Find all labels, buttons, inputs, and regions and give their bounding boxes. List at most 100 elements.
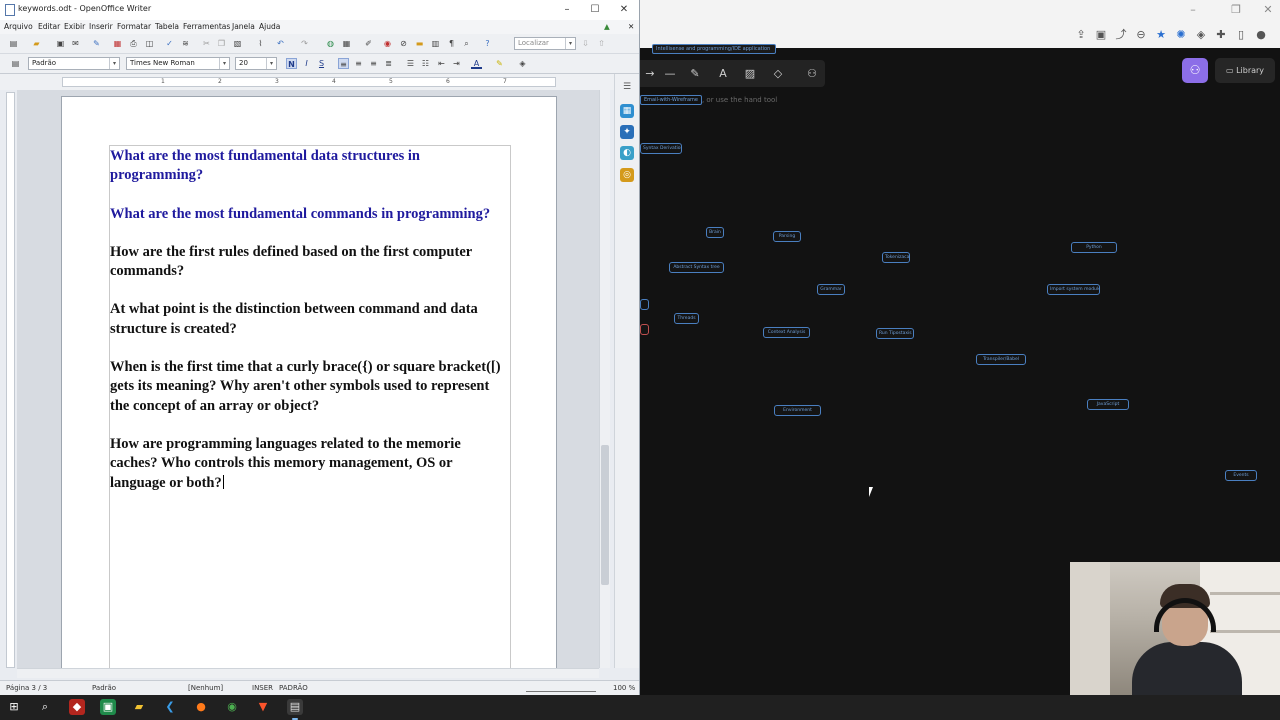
horizontal-ruler[interactable]: 1 2 3 4 5 6 7: [62, 77, 556, 87]
canvas-node-offscreen-red[interactable]: [640, 324, 649, 335]
page-style-indicator[interactable]: Padrão: [92, 684, 116, 692]
preview-icon[interactable]: ◫: [144, 38, 155, 49]
minimize-button[interactable]: –: [560, 3, 574, 16]
close-button[interactable]: ✕: [617, 3, 631, 16]
document-canvas[interactable]: What are the most fundamental data struc…: [17, 90, 599, 668]
canvas-node[interactable]: Run Tipostaxis: [876, 328, 914, 339]
insert-mode-indicator[interactable]: INSER: [252, 684, 273, 692]
navigator-sidebar-icon[interactable]: ◎: [620, 168, 634, 182]
canvas-node[interactable]: Transpiler/Babel: [976, 354, 1026, 365]
canvas-node[interactable]: Abstract Syntax tree: [669, 262, 724, 273]
format-paintbrush-icon[interactable]: ⌇: [255, 38, 266, 49]
menu-ajuda[interactable]: Ajuda: [259, 22, 280, 31]
gallery-icon[interactable]: ▬: [414, 38, 425, 49]
nonprinting-chars-icon[interactable]: ¶: [446, 38, 457, 49]
open-icon[interactable]: ▰: [31, 38, 42, 49]
vscode-icon[interactable]: ❮: [162, 699, 178, 715]
openoffice-icon[interactable]: ▤: [287, 699, 303, 720]
print-icon[interactable]: ⎙: [128, 38, 139, 49]
canvas-node[interactable]: Grammar: [817, 284, 845, 295]
zoom-icon[interactable]: ⌕: [461, 38, 472, 49]
email-icon[interactable]: ✉: [70, 38, 81, 49]
table-icon[interactable]: ▦: [341, 38, 352, 49]
menu-tabela[interactable]: Tabela: [155, 22, 179, 31]
decrease-indent-icon[interactable]: ⇤: [436, 58, 447, 69]
image-tool-icon[interactable]: ▨: [742, 66, 758, 82]
install-icon[interactable]: ⇪: [1074, 28, 1088, 42]
menu-formatar[interactable]: Formatar: [117, 22, 151, 31]
align-center-icon[interactable]: ≡: [353, 58, 364, 69]
profile-icon[interactable]: ●: [1254, 28, 1268, 42]
find-input[interactable]: Localizar ▾: [514, 37, 576, 50]
canvas-node-intellisense[interactable]: Intellisense and programming/IDE applica…: [652, 44, 776, 54]
browser-minimize-button[interactable]: –: [1187, 4, 1199, 16]
menu-inserir[interactable]: Inserir: [89, 22, 113, 31]
maximize-button[interactable]: ☐: [588, 3, 602, 16]
vertical-ruler[interactable]: [6, 92, 15, 668]
whiteboard-window[interactable]: – ❐ ✕ ⇪ ▣ ⤴ ⊖ ★ ✺ ◈ ✚ ▯ ● Intellisense a…: [640, 0, 1280, 695]
chrome-icon[interactable]: ◉: [224, 699, 240, 715]
highlight-icon[interactable]: ✎: [494, 58, 505, 69]
canvas-node[interactable]: JavaScript: [1087, 399, 1129, 410]
text-tool-icon[interactable]: A: [715, 66, 731, 82]
canvas-node-email[interactable]: Email-with-Wireframe: [640, 95, 702, 105]
paragraph[interactable]: When is the first time that a curly brac…: [110, 358, 502, 416]
menu-ferramentas[interactable]: Ferramentas: [183, 22, 230, 31]
align-right-icon[interactable]: ≡: [368, 58, 379, 69]
save-icon[interactable]: ▣: [55, 38, 66, 49]
italic-button[interactable]: I: [301, 58, 312, 69]
paragraph-style-select[interactable]: Padrão ▾: [28, 57, 120, 70]
spellcheck-icon[interactable]: ✓: [164, 38, 175, 49]
menu-exibir[interactable]: Exibir: [64, 22, 85, 31]
bullets-icon[interactable]: ☷: [420, 58, 431, 69]
vertical-scrollbar[interactable]: [599, 90, 610, 668]
sidebar-toggle-icon[interactable]: ▯: [1234, 28, 1248, 42]
help-icon[interactable]: ?: [482, 38, 493, 49]
edit-mode-icon[interactable]: ✎: [91, 38, 102, 49]
canvas-node[interactable]: Brain: [706, 227, 724, 238]
canvas-node[interactable]: Import system modules/namespaces: [1047, 284, 1100, 295]
share-icon[interactable]: ⤴: [1114, 28, 1128, 42]
numbering-icon[interactable]: ☰: [405, 58, 416, 69]
find-prev-icon[interactable]: ⇩: [580, 38, 591, 49]
paragraph[interactable]: How are the first rules defined based on…: [110, 243, 502, 282]
file-explorer-icon[interactable]: ▰: [131, 699, 147, 715]
canvas-node[interactable]: Parsing: [773, 231, 801, 242]
zoom-out-icon[interactable]: ⊖: [1134, 28, 1148, 42]
paragraph[interactable]: What are the most fundamental commands i…: [110, 205, 502, 224]
extension-icon[interactable]: ✺: [1174, 28, 1188, 42]
vmware-icon[interactable]: ◆: [69, 699, 85, 715]
canvas-node-offscreen[interactable]: [640, 299, 649, 310]
autospell-icon[interactable]: ≋: [180, 38, 191, 49]
styles-icon[interactable]: ✦: [620, 125, 634, 139]
data-sources-icon[interactable]: ▥: [430, 38, 441, 49]
firefox-icon[interactable]: ●: [193, 699, 209, 715]
cut-icon[interactable]: ✂: [201, 38, 212, 49]
browser-restore-button[interactable]: ❐: [1230, 4, 1242, 16]
menu-janela[interactable]: Janela: [232, 22, 255, 31]
brave-icon[interactable]: ▼: [255, 699, 271, 715]
collaboration-button[interactable]: ⚇: [1182, 58, 1208, 83]
canvas-node[interactable]: Events: [1225, 470, 1257, 481]
canvas-node[interactable]: Tokenizacao: [882, 252, 910, 263]
font-name-select[interactable]: Times New Roman ▾: [126, 57, 230, 70]
canvas-node[interactable]: Syntax Derivations: [640, 143, 682, 154]
close-document-icon[interactable]: ✕: [628, 22, 634, 31]
paragraph[interactable]: At what point is the distinction between…: [110, 300, 502, 339]
background-color-icon[interactable]: ◈: [517, 58, 528, 69]
increase-indent-icon[interactable]: ⇥: [451, 58, 462, 69]
scrollbar-thumb[interactable]: [601, 445, 609, 585]
menu-editar[interactable]: Editar: [38, 22, 60, 31]
menu-arquivo[interactable]: Arquivo: [4, 22, 33, 31]
copy-icon[interactable]: ❐: [216, 38, 227, 49]
bold-button[interactable]: N: [286, 58, 297, 69]
document-text[interactable]: What are the most fundamental data struc…: [110, 147, 502, 512]
screenshot-icon[interactable]: ▣: [1094, 28, 1108, 42]
shapes-library-icon[interactable]: ⚇: [804, 66, 820, 82]
canvas-node[interactable]: Threads: [674, 313, 699, 324]
styles-formatting-icon[interactable]: ▤: [10, 58, 21, 69]
paragraph[interactable]: How are programming languages related to…: [110, 435, 502, 493]
font-size-select[interactable]: 20 ▾: [235, 57, 277, 70]
redo-icon[interactable]: ↷: [299, 38, 310, 49]
paste-icon[interactable]: ▧: [232, 38, 243, 49]
